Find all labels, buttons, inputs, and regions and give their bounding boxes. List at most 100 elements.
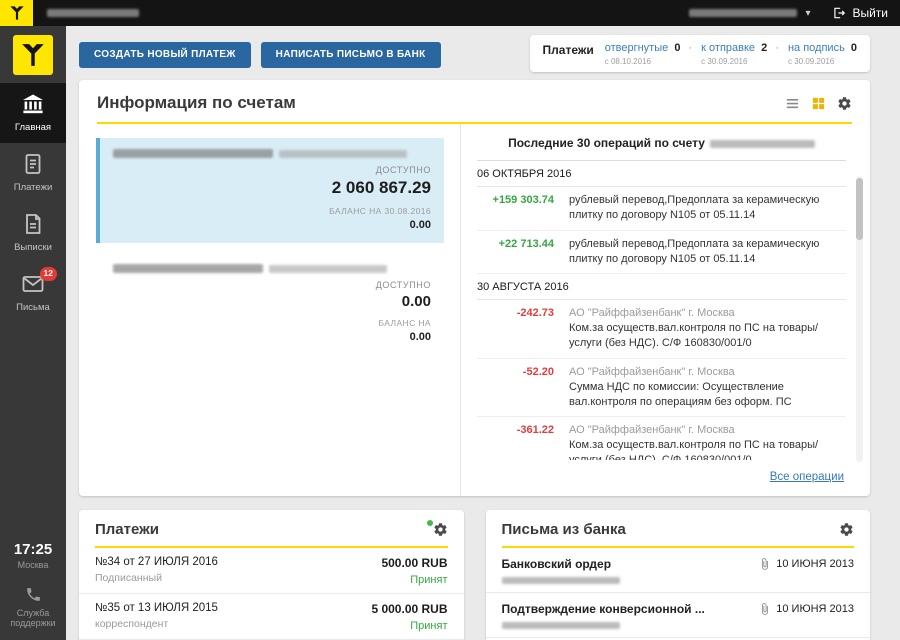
summary-item-to-sign: на подпись 0 с 30.09.2016 xyxy=(788,42,857,66)
summary-count-to-sign: 0 xyxy=(851,42,857,54)
support-link[interactable]: Служба поддержки xyxy=(0,586,66,640)
operation-description: рублевый перевод,Предоплата за керамичес… xyxy=(569,194,819,221)
clock: 17:25 Москва xyxy=(0,541,66,570)
payment-amount: 5 000.00 RUB xyxy=(371,602,447,616)
settings-gear-icon[interactable] xyxy=(837,96,852,111)
write-letter-button[interactable]: НАПИСАТЬ ПИСЬМО В БАНК xyxy=(261,42,441,68)
separator-dot: · xyxy=(775,42,779,54)
sidebar-item-letters[interactable]: 12 Письма xyxy=(0,263,66,323)
summary-item-rejected: отвергнутые 0 · с 08.10.2016 xyxy=(605,42,692,66)
operation-counterparty: АО "Райффайзенбанк" г. Москва xyxy=(569,306,846,321)
account-number-redacted xyxy=(113,149,273,158)
available-amount: 0.00 xyxy=(113,293,431,310)
operation-row[interactable]: -52.20 АО "Райффайзенбанк" г. МоскваСумм… xyxy=(477,359,846,418)
operations-panel: Последние 30 операций по счету 06 ОКТЯБР… xyxy=(461,124,870,496)
operation-description: Ком.за осуществ.вал.контроля по ПС на то… xyxy=(569,439,818,460)
payment-row[interactable]: №35 от 13 ИЮЛЯ 2015 корреспондент 5 000.… xyxy=(79,594,464,640)
account-tile-selected[interactable]: ДОСТУПНО 2 060 867.29 БАЛАНС НА 30.08.20… xyxy=(96,138,444,243)
accounts-card-title: Информация по счетам xyxy=(97,93,296,113)
letters-settings-gear-icon[interactable] xyxy=(839,522,854,537)
payments-card-title: Платежи xyxy=(95,521,159,538)
support-label: Служба поддержки xyxy=(0,608,66,628)
summary-link-to-sign[interactable]: на подпись xyxy=(788,42,845,54)
account-name-redacted xyxy=(279,150,407,158)
unread-letters-badge: 12 xyxy=(40,267,57,281)
payment-amount: 500.00 RUB xyxy=(381,556,447,570)
envelope-icon: 12 xyxy=(20,272,46,296)
user-name-redacted xyxy=(689,9,797,17)
operation-row[interactable]: +159 303.74 рублевый перевод,Предоплата … xyxy=(477,187,846,231)
operations-date-header: 30 АВГУСТА 2016 xyxy=(477,274,846,300)
statement-document-icon xyxy=(20,212,46,236)
balance-amount: 0.00 xyxy=(113,219,431,231)
account-tile[interactable]: ДОСТУПНО 0.00 БАЛАНС НА 0.00 xyxy=(96,253,444,355)
chevron-down-icon[interactable]: ▾ xyxy=(805,8,810,19)
logout-icon xyxy=(832,6,846,20)
operation-counterparty: АО "Райффайзенбанк" г. Москва xyxy=(569,423,846,438)
sidebar-item-statements[interactable]: Выписки xyxy=(0,203,66,263)
summary-count-to-send: 2 xyxy=(761,42,767,54)
operations-title: Последние 30 операций по счету xyxy=(477,136,846,150)
paperclip-icon xyxy=(759,558,771,570)
operation-row[interactable]: +22 713.44 рублевый перевод,Предоплата з… xyxy=(477,231,846,275)
separator-dot: · xyxy=(689,42,693,54)
summary-item-to-send: к отправке 2 · с 30.09.2016 xyxy=(701,42,779,66)
balance-amount: 0.00 xyxy=(113,331,431,343)
grid-view-icon[interactable] xyxy=(811,96,826,111)
sidebar-item-label: Главная xyxy=(2,122,64,133)
raiffeisen-logo-large[interactable] xyxy=(13,35,53,75)
sidebar-item-home[interactable]: Главная xyxy=(0,83,66,143)
all-operations-link[interactable]: Все операции xyxy=(770,471,844,483)
sidebar-item-payments[interactable]: Платежи xyxy=(0,143,66,203)
bank-letters-card: Письма из банка Банковский ордер 10 ИЮНЯ… xyxy=(486,510,871,640)
summary-since: с 08.10.2016 xyxy=(605,57,692,66)
sidebar-item-label: Платежи xyxy=(2,182,64,193)
letter-sender-redacted xyxy=(502,577,620,584)
operations-scrollbar-thumb[interactable] xyxy=(856,178,863,240)
sidebar-item-label: Выписки xyxy=(2,242,64,253)
sidebar-item-label: Письма xyxy=(2,302,64,313)
bank-icon xyxy=(20,92,46,116)
operations-account-redacted xyxy=(710,140,815,148)
payments-summary-title: Платежи xyxy=(543,42,594,57)
operation-counterparty: АО "Райффайзенбанк" г. Москва xyxy=(569,365,846,380)
sidebar: Главная Платежи Выписки 12 Письма 17:25 … xyxy=(0,26,66,640)
app-root: ▾ Выйти Главная Платежи xyxy=(0,0,900,640)
payment-subtitle: Подписанный xyxy=(95,572,218,584)
payments-settings-gear-icon[interactable] xyxy=(433,522,448,537)
payment-row[interactable]: №34 от 27 ИЮЛЯ 2016 Подписанный 500.00 R… xyxy=(79,548,464,594)
operation-row[interactable]: -361.22 АО "Райффайзенбанк" г. МоскваКом… xyxy=(477,417,846,460)
letter-subject: Банковский ордер xyxy=(502,557,620,571)
available-amount: 2 060 867.29 xyxy=(113,178,431,198)
summary-link-to-send[interactable]: к отправке xyxy=(701,42,755,54)
operations-date-header: 06 ОКТЯБРЯ 2016 xyxy=(477,161,846,187)
operations-list: 06 ОКТЯБРЯ 2016 +159 303.74 рублевый пер… xyxy=(477,160,846,460)
account-number-redacted xyxy=(113,264,263,273)
summary-link-rejected[interactable]: отвергнутые xyxy=(605,42,669,54)
summary-since: с 30.09.2016 xyxy=(701,57,779,66)
operation-amount: -242.73 xyxy=(477,306,569,351)
operations-scrollbar[interactable] xyxy=(856,176,863,462)
logout-label: Выйти xyxy=(852,6,888,20)
letter-date: 10 ИЮНЯ 2013 xyxy=(776,558,854,570)
operation-row[interactable]: -242.73 АО "Райффайзенбанк" г. МоскваКом… xyxy=(477,300,846,359)
letter-row[interactable]: Подтверждение конверсионной ... 10 ИЮНЯ … xyxy=(486,593,871,638)
payments-card: Платежи №34 от 27 ИЮЛЯ 2016 Подписанный … xyxy=(79,510,464,640)
account-name-redacted xyxy=(269,265,387,273)
available-label: ДОСТУПНО xyxy=(113,280,431,290)
logout-button[interactable]: Выйти xyxy=(832,6,888,20)
raiffeisen-logo[interactable] xyxy=(0,0,33,26)
status-dot-green xyxy=(427,520,433,526)
accounts-info-card: Информация по счетам xyxy=(79,80,870,496)
topbar: ▾ Выйти xyxy=(0,0,900,26)
operation-amount: -52.20 xyxy=(477,365,569,410)
raiffeisen-gable-cross-icon xyxy=(20,42,46,68)
letter-row[interactable]: Банковский ордер 10 ИЮНЯ 2013 xyxy=(486,548,871,593)
list-view-icon[interactable] xyxy=(785,96,800,111)
phone-icon xyxy=(25,586,42,603)
clock-time: 17:25 xyxy=(0,541,66,558)
letter-sender-redacted xyxy=(502,622,620,629)
payment-document-icon xyxy=(20,152,46,176)
create-payment-button[interactable]: СОЗДАТЬ НОВЫЙ ПЛАТЕЖ xyxy=(79,42,251,68)
operation-description: рублевый перевод,Предоплата за керамичес… xyxy=(569,238,819,265)
